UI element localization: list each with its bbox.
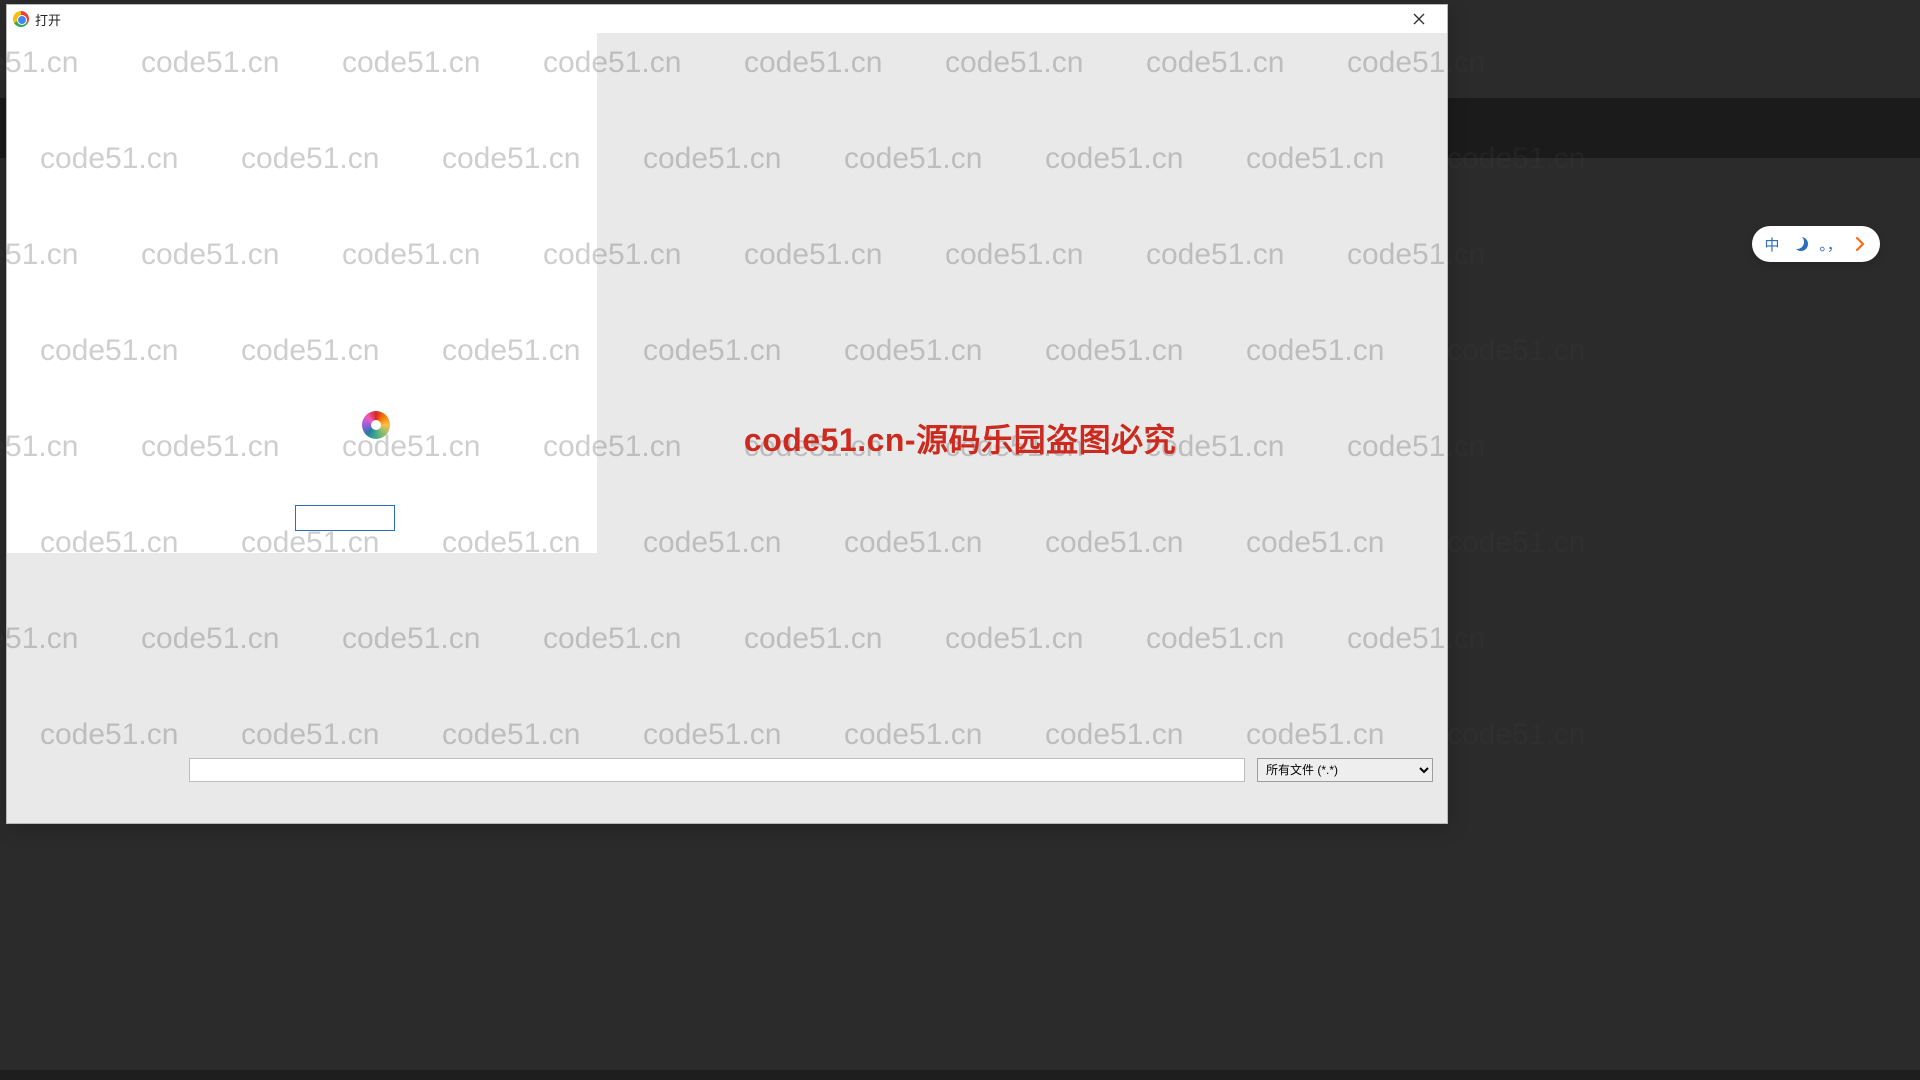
dialog-loading-panel <box>7 33 597 553</box>
filename-input[interactable] <box>189 758 1245 782</box>
filename-field[interactable] <box>190 759 1244 781</box>
loading-text-field[interactable] <box>296 506 394 530</box>
chevron-right-icon <box>1854 237 1866 251</box>
dialog-titlebar[interactable]: 打开 <box>7 5 1447 33</box>
watermark-text: code51.cn <box>1447 334 1585 368</box>
close-button[interactable] <box>1397 5 1441 33</box>
ime-theme-button[interactable] <box>1791 237 1811 251</box>
loading-text-input[interactable] <box>295 505 395 531</box>
close-icon <box>1413 13 1425 25</box>
dialog-title: 打开 <box>35 10 61 29</box>
dialog-body: 所有文件 (*.*) <box>7 33 1447 823</box>
ime-mode-button[interactable]: 中 <box>1762 234 1782 255</box>
ime-toolbar[interactable]: 中 。， <box>1752 226 1880 262</box>
ime-punct-button[interactable]: 。， <box>1821 234 1841 255</box>
moon-icon <box>1794 237 1808 251</box>
dialog-bottom-bar: 所有文件 (*.*) <box>7 755 1447 785</box>
watermark-text: code51.cn <box>1447 526 1585 560</box>
ime-expand-button[interactable] <box>1850 237 1870 251</box>
watermark-text: code51.cn <box>1447 718 1585 752</box>
page-bottom-strip <box>0 1070 1920 1080</box>
filetype-select[interactable]: 所有文件 (*.*) <box>1257 758 1433 782</box>
file-open-dialog: 打开 所有文件 (*.*) <box>6 4 1448 824</box>
chrome-icon <box>13 11 29 27</box>
loading-spinner-icon <box>362 411 390 439</box>
